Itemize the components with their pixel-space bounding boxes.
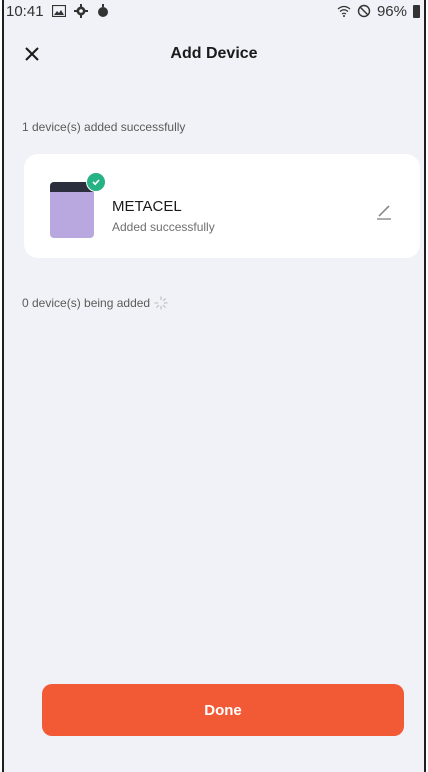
wifi-icon: [337, 4, 351, 18]
pencil-icon: [377, 205, 391, 220]
device-card[interactable]: METACEL Added successfully: [24, 154, 420, 258]
success-count-label: 1 device(s) added successfully: [22, 120, 186, 134]
device-thumbnail: [50, 172, 106, 238]
status-right: 96%: [337, 3, 420, 20]
app-frame: 10:41 96% Add Device 1 device(s) added s…: [2, 0, 426, 772]
status-time: 10:41: [6, 2, 44, 20]
top-bar: Add Device: [4, 30, 424, 78]
device-name: METACEL: [112, 198, 182, 215]
edit-device-button[interactable]: [374, 202, 394, 222]
status-left: 10:41: [6, 3, 110, 20]
loading-spinner-icon: [154, 296, 168, 310]
adding-count-label: 0 device(s) being added: [22, 296, 151, 310]
done-button[interactable]: Done: [42, 684, 404, 736]
timer-icon: [96, 4, 110, 18]
do-not-disturb-icon: [357, 4, 371, 18]
close-button[interactable]: [18, 40, 46, 68]
adding-count-row: 0 device(s) being added: [22, 296, 168, 310]
settings-icon: [73, 4, 88, 18]
close-icon: [25, 47, 39, 61]
page-title: Add Device: [170, 45, 258, 62]
check-icon: [86, 172, 106, 192]
battery-percent: 96%: [376, 2, 407, 20]
gallery-icon: [51, 4, 66, 18]
status-bar: 10:41 96%: [4, 0, 424, 22]
device-status: Added successfully: [112, 220, 215, 234]
battery-icon: [413, 4, 420, 18]
device-image: [50, 182, 94, 238]
